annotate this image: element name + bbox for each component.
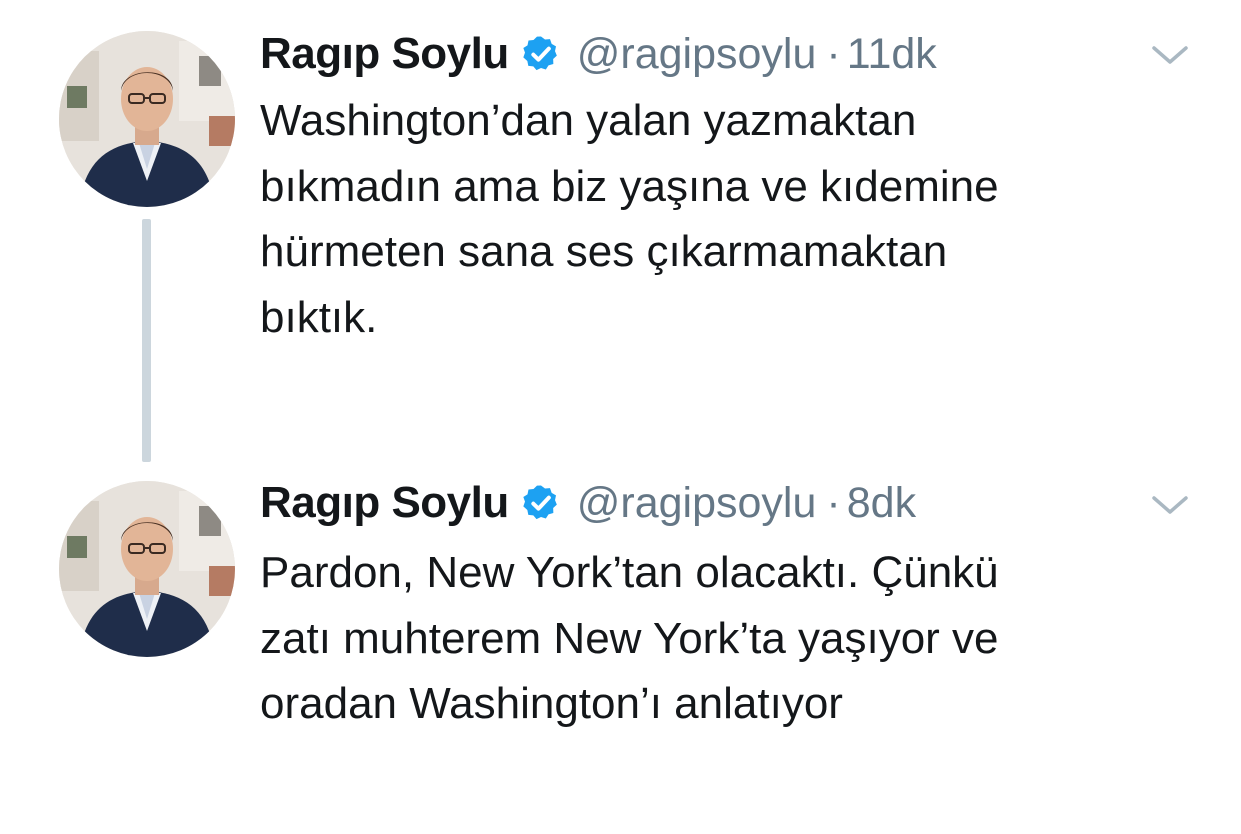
tweet-header: Ragıp Soylu @ragipsoylu · 11dk xyxy=(260,26,937,82)
tweet-text: Washington’dan yalan yazmaktan bıkmadın … xyxy=(260,88,1160,350)
avatar-image xyxy=(59,481,235,657)
tweet-text: Pardon, New York’tan olacaktı. Çünkü zat… xyxy=(260,540,1160,737)
avatar-image xyxy=(59,31,235,207)
avatar[interactable] xyxy=(59,481,235,657)
tweet[interactable]: Ragıp Soylu @ragipsoylu · 11dk Washingto… xyxy=(0,0,1241,470)
display-name[interactable]: Ragıp Soylu xyxy=(260,29,509,79)
tweet[interactable]: Ragıp Soylu @ragipsoylu · 8dk Pardon, Ne… xyxy=(0,470,1241,834)
timestamp[interactable]: 8dk xyxy=(847,479,916,528)
tweet-text-line: bıkmadın ama biz yaşına ve kıdemine xyxy=(260,161,999,211)
verified-badge-icon xyxy=(523,485,557,520)
tweet-text-line: hürmeten sana ses çıkarmamaktan xyxy=(260,227,948,276)
tweet-text-line: Pardon, New York’tan olacaktı. Çünkü xyxy=(260,548,999,597)
separator-dot: · xyxy=(826,29,841,78)
tweet-text-line: zatı muhterem New York’ta yaşıyor ve xyxy=(260,613,999,663)
tweet-header: Ragıp Soylu @ragipsoylu · 8dk xyxy=(260,475,916,531)
timestamp[interactable]: 11dk xyxy=(847,30,937,79)
chevron-down-icon[interactable] xyxy=(1150,43,1190,67)
tweet-text-line: oradan Washington’ı anlatıyor xyxy=(260,679,843,728)
verified-badge-icon xyxy=(523,36,557,71)
thread-connector xyxy=(142,219,151,462)
separator-dot: · xyxy=(826,478,841,527)
avatar[interactable] xyxy=(59,31,235,207)
chevron-down-icon[interactable] xyxy=(1150,493,1190,517)
username-handle[interactable]: @ragipsoylu xyxy=(577,30,817,79)
display-name[interactable]: Ragıp Soylu xyxy=(260,478,509,528)
tweet-text-line: bıktık. xyxy=(260,292,378,342)
username-handle[interactable]: @ragipsoylu xyxy=(577,479,817,528)
tweet-text-line: Washington’dan yalan yazmaktan xyxy=(260,96,917,145)
